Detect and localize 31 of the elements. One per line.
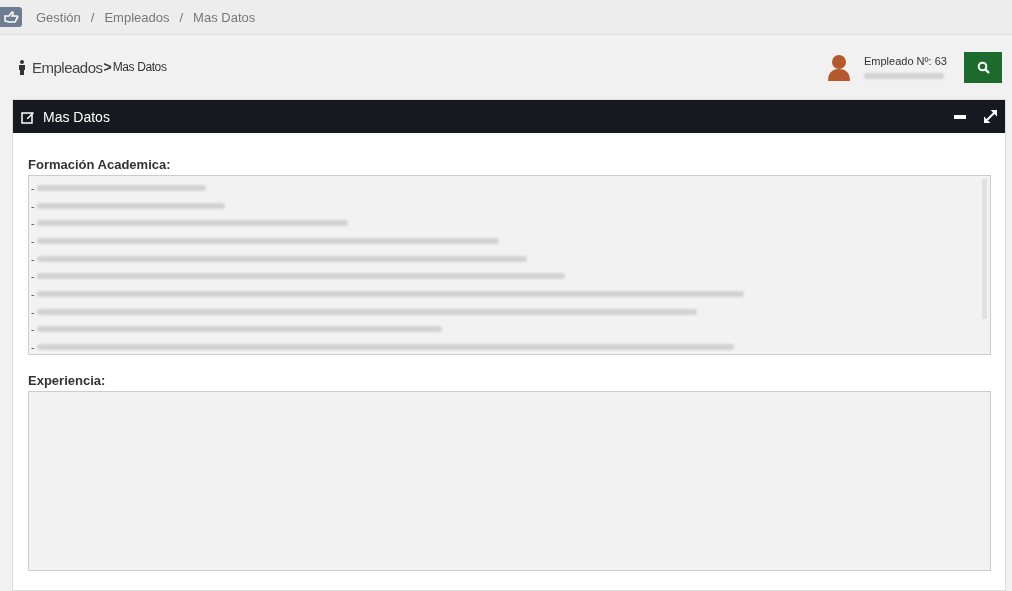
line-dash: - — [31, 234, 35, 247]
pointing-hand-icon — [0, 7, 22, 27]
field-label: Formación Academica: — [28, 157, 172, 172]
breadcrumb-separator: / — [90, 9, 95, 25]
line-dash: - — [31, 252, 35, 265]
line-dash: - — [31, 305, 35, 318]
person-icon — [18, 59, 26, 75]
line-dash: - — [31, 323, 35, 336]
line-dash: - — [31, 270, 35, 283]
text-area[interactable]: - - - - - - - - - - — [28, 175, 991, 355]
section-title: Empleados — [32, 58, 103, 76]
line-dash: - — [31, 181, 35, 194]
field-label: Experiencia: — [28, 373, 107, 388]
line-dash: - — [31, 217, 35, 230]
search-button[interactable] — [964, 51, 1002, 83]
edit-icon — [21, 109, 35, 124]
search-icon — [976, 60, 990, 74]
breadcrumb-link[interactable]: Gestión — [36, 9, 81, 25]
panel-title: Mas Datos — [43, 108, 110, 125]
breadcrumb-current: Mas Datos — [193, 9, 256, 25]
expand-icon[interactable] — [984, 110, 997, 123]
minimize-icon[interactable] — [954, 114, 966, 119]
chevron-text: > — [103, 59, 112, 75]
line-dash: - — [31, 199, 35, 212]
breadcrumb-link[interactable]: Empleados — [104, 9, 170, 25]
employee-number: Empleado Nº: 63 — [864, 55, 948, 67]
avatar-silhouette — [826, 53, 852, 81]
breadcrumb-separator: / — [179, 9, 184, 25]
line-dash: - — [31, 287, 35, 300]
page-subtitle: Mas Datos — [112, 60, 167, 74]
line-dash: - — [31, 341, 35, 354]
